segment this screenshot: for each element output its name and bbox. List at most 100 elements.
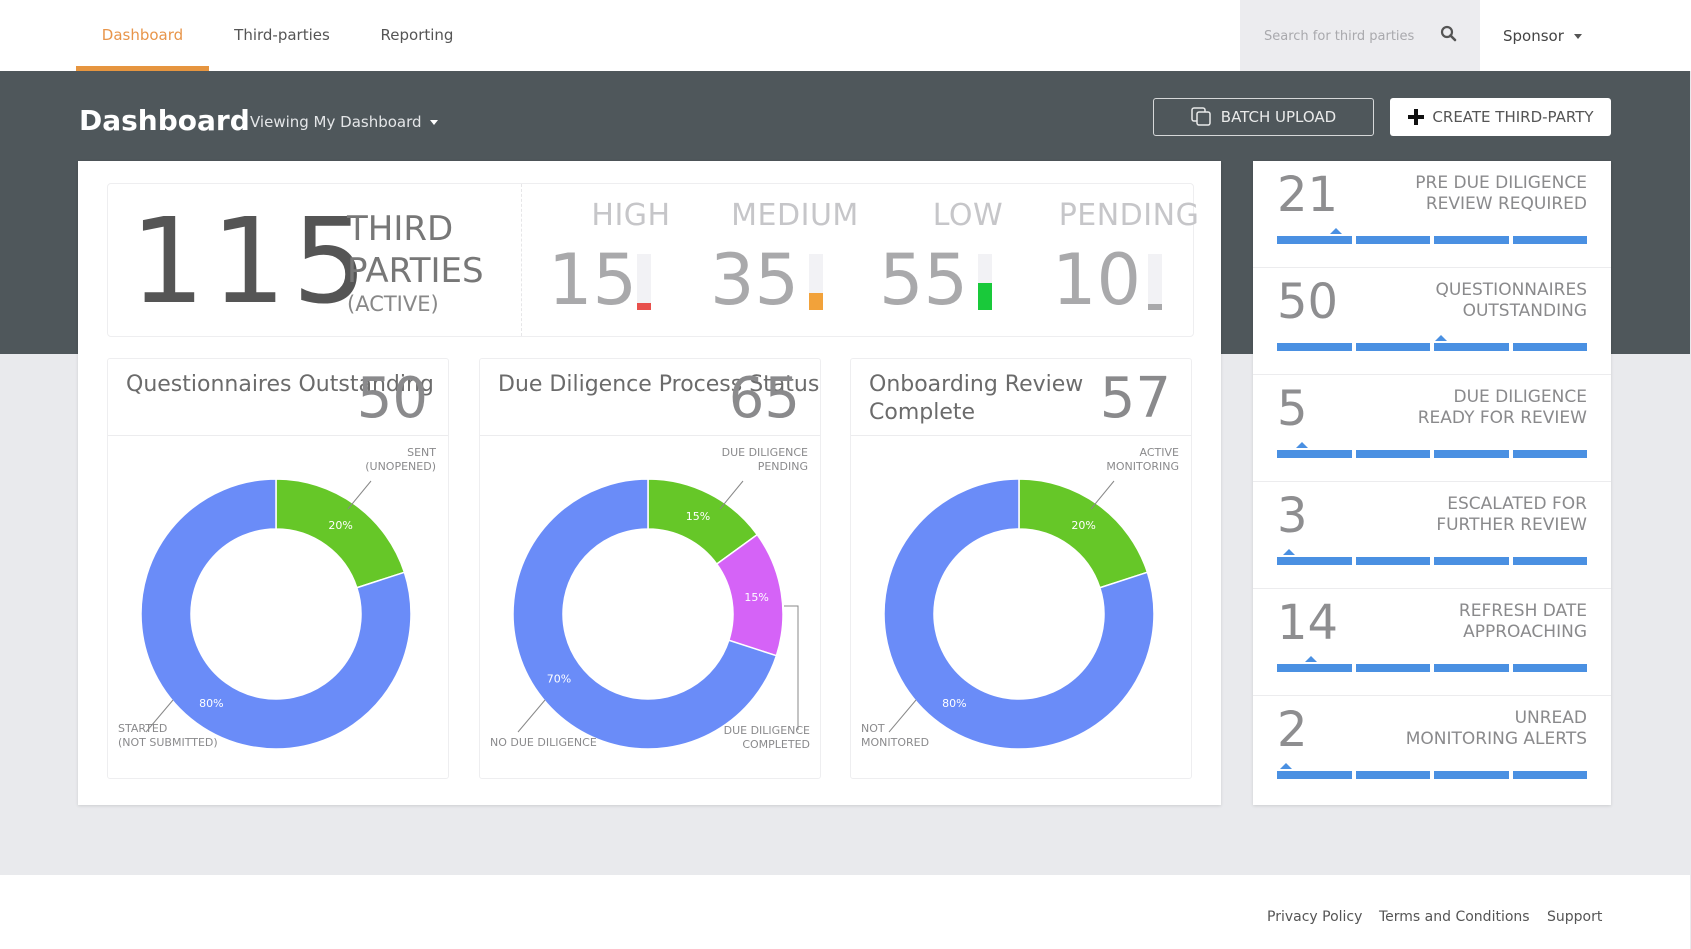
risk-value: 15: [548, 239, 638, 321]
risk-label: HIGH: [591, 198, 671, 233]
panel-header: Due Diligence Process Status 65: [480, 359, 820, 436]
stat-bar-segment: [1355, 557, 1430, 565]
callout-line: [347, 480, 372, 510]
stat-bar: [1277, 656, 1587, 672]
panel-total: 50: [356, 366, 428, 431]
account-menu[interactable]: Sponsor: [1503, 0, 1582, 71]
privacy-policy-link[interactable]: Privacy Policy: [1267, 909, 1362, 925]
stat-pre-due-diligence[interactable]: 21 PRE DUE DILIGENCE REVIEW REQUIRED: [1253, 161, 1611, 268]
batch-upload-label: BATCH UPLOAD: [1220, 108, 1337, 126]
slice-legend-label: COMPLETED: [742, 738, 810, 751]
stat-bar-segment: [1512, 664, 1587, 672]
slice-legend-label: (NOT SUBMITTED): [118, 736, 218, 749]
support-link[interactable]: Support: [1547, 909, 1602, 925]
tab-dashboard[interactable]: Dashboard: [76, 0, 209, 71]
stat-bar-segment: [1434, 557, 1509, 565]
stat-ready-for-review[interactable]: 5 DUE DILIGENCE READY FOR REVIEW: [1253, 375, 1611, 482]
stat-bar-segment: [1434, 664, 1509, 672]
slice-legend-label: NOT: [861, 722, 885, 735]
callout-line: [719, 480, 744, 510]
stat-value: 3: [1277, 488, 1308, 544]
dashboard-view-selector[interactable]: Viewing My Dashboard: [250, 113, 438, 131]
stat-label: REFRESH DATE APPROACHING: [1458, 601, 1587, 642]
stat-bar-segment: [1512, 557, 1587, 565]
slice-percent-label: 15%: [686, 510, 710, 523]
copy-icon: [1191, 107, 1211, 126]
risk-bar-fill: [978, 283, 992, 310]
search-input[interactable]: [1264, 24, 1434, 48]
search-box: [1240, 0, 1480, 71]
stat-questionnaires-outstanding[interactable]: 50 QUESTIONNAIRES OUTSTANDING: [1253, 268, 1611, 375]
panel-due-diligence[interactable]: Due Diligence Process Status 65 15% DUE D…: [479, 358, 821, 779]
stat-label: QUESTIONNAIRES OUTSTANDING: [1435, 280, 1587, 321]
panel-header: Questionnaires Outstanding 50: [108, 359, 448, 436]
panel-header: Onboarding Review Complete 57: [851, 359, 1191, 436]
risk-bar-fill: [1148, 304, 1162, 310]
stat-monitoring-alerts[interactable]: 2 UNREAD MONITORING ALERTS: [1253, 696, 1611, 803]
create-third-party-label: CREATE THIRD-PARTY: [1432, 108, 1594, 126]
risk-label: PENDING: [1058, 198, 1200, 233]
stat-bar-marker: [1283, 549, 1296, 555]
panel-questionnaires[interactable]: Questionnaires Outstanding 50 20% SENT (UN…: [107, 358, 449, 779]
stat-bar-segment: [1277, 236, 1352, 244]
panel-onboarding[interactable]: Onboarding Review Complete 57 20% ACTIVE M…: [850, 358, 1192, 779]
slice-legend-label: PENDING: [758, 460, 808, 473]
callout-line: [784, 605, 799, 730]
risk-bar: [1148, 254, 1162, 310]
main-dashboard-card: 115 THIRD PARTIES (ACTIVE) HIGH MEDIUM L…: [78, 161, 1221, 805]
risk-low[interactable]: LOW: [893, 198, 1043, 233]
risk-label: MEDIUM: [731, 198, 859, 233]
stat-bar: [1277, 228, 1587, 244]
risk-value: 10: [1052, 239, 1142, 321]
slice-percent-label: 80%: [942, 697, 966, 710]
stat-value: 21: [1277, 167, 1339, 223]
stat-bar-segment: [1277, 664, 1352, 672]
tab-reporting[interactable]: Reporting: [366, 0, 468, 71]
stat-label: UNREAD MONITORING ALERTS: [1405, 708, 1587, 749]
stat-bar: [1277, 442, 1587, 458]
stat-bar-segment: [1277, 771, 1352, 779]
risk-bar: [978, 254, 992, 310]
risk-pending[interactable]: PENDING: [1054, 198, 1204, 233]
total-label-line1: THIRD: [347, 209, 454, 249]
slice-legend-label: DUE DILIGENCE: [722, 446, 808, 459]
slice-legend-label: DUE DILIGENCE: [724, 724, 810, 737]
panel-total: 65: [728, 366, 800, 431]
stat-bar-segment: [1277, 343, 1352, 351]
stat-refresh-date[interactable]: 14 REFRESH DATE APPROACHING: [1253, 589, 1611, 696]
stat-escalated[interactable]: 3 ESCALATED FOR FURTHER REVIEW: [1253, 482, 1611, 589]
stat-bar-segment: [1434, 771, 1509, 779]
stat-bar-segment: [1355, 236, 1430, 244]
total-sublabel: (ACTIVE): [347, 292, 439, 316]
batch-upload-button[interactable]: BATCH UPLOAD: [1153, 98, 1374, 136]
stat-bar-marker: [1305, 656, 1318, 662]
stat-bar-segment: [1434, 236, 1509, 244]
risk-bar-fill: [637, 302, 651, 310]
terms-link[interactable]: Terms and Conditions: [1379, 909, 1530, 925]
third-party-summary: 115 THIRD PARTIES (ACTIVE) HIGH MEDIUM L…: [107, 183, 1199, 337]
slice-legend-label: NO DUE DILIGENCE: [490, 736, 597, 749]
risk-high[interactable]: HIGH: [556, 198, 706, 233]
search-icon[interactable]: [1440, 25, 1458, 43]
stat-bar-segment: [1512, 450, 1587, 458]
tab-third-parties[interactable]: Third-parties: [220, 0, 344, 71]
total-third-parties: 115: [130, 192, 374, 330]
stat-label: PRE DUE DILIGENCE REVIEW REQUIRED: [1415, 173, 1587, 214]
create-third-party-button[interactable]: CREATE THIRD-PARTY: [1390, 98, 1611, 136]
panel-total: 57: [1099, 366, 1171, 431]
account-label: Sponsor: [1503, 27, 1564, 45]
slice-percent-label: 70%: [547, 673, 571, 686]
slice-legend-label: ACTIVE: [1140, 446, 1180, 459]
stat-value: 5: [1277, 381, 1308, 437]
donut-slice: [1018, 478, 1149, 589]
donut-slice: [275, 478, 406, 589]
stat-value: 14: [1277, 595, 1339, 651]
stat-bar-segment: [1355, 343, 1430, 351]
stat-bar-segment: [1355, 450, 1430, 458]
stat-bar-segment: [1355, 771, 1430, 779]
stat-bar-marker: [1435, 335, 1448, 341]
stat-label: ESCALATED FOR FURTHER REVIEW: [1436, 494, 1587, 535]
footer: Privacy Policy Terms and Conditions Supp…: [0, 875, 1690, 949]
risk-medium[interactable]: MEDIUM: [720, 198, 870, 233]
stat-bar-segment: [1512, 236, 1587, 244]
